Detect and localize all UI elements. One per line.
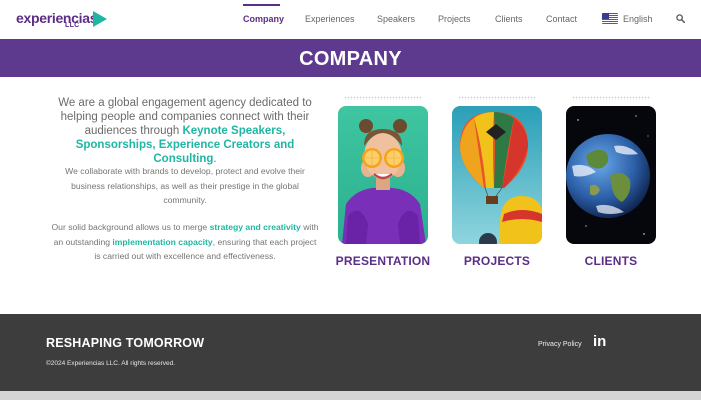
nav-contact[interactable]: Contact [546,14,577,24]
nav-projects[interactable]: Projects [438,14,471,24]
implementation-highlight: implementation capacity [112,236,213,247]
background-paragraph: Our solid background allows us to merge … [50,220,320,264]
dotted-divider [458,96,536,100]
site-footer: RESHAPING TOMORROW ©2024 Experiencias LL… [0,314,701,391]
nav-experiences[interactable]: Experiences [305,14,355,24]
hot-air-balloons-image[interactable] [452,106,542,244]
strategy-creativity-highlight: strategy and creativity [209,222,301,232]
site-header: experiencias LLC Company Experiences Spe… [0,0,701,39]
logo-arrow-icon [93,11,107,27]
logo-suffix: LLC [65,22,80,29]
search-icon[interactable] [676,14,685,23]
nav-company[interactable]: Company [243,14,284,24]
linkedin-icon[interactable]: in [593,334,609,349]
dotted-divider [572,96,650,100]
nav-speakers[interactable]: Speakers [377,14,415,24]
collaboration-paragraph: We collaborate with brands to develop, p… [65,166,305,205]
copyright-text: ©2024 Experiencias LLC. All rights reser… [46,360,176,367]
dotted-divider [344,96,422,100]
nav-clients[interactable]: Clients [495,14,523,24]
active-nav-indicator [243,4,280,6]
page-title: COMPANY [299,48,402,70]
footer-tagline: RESHAPING TOMORROW [46,336,205,350]
privacy-policy-link[interactable]: Privacy Policy [538,341,582,348]
projects-label[interactable]: PROJECTS [432,254,562,268]
page-title-banner: COMPANY [0,39,701,77]
clients-label[interactable]: CLIENTS [546,254,676,268]
presentation-label[interactable]: PRESENTATION [318,254,448,268]
logo-wordmark: experiencias [16,10,98,26]
intro-text: We are a global engagement agency dedica… [50,96,320,166]
woman-with-orange-slices-image[interactable] [338,106,428,244]
language-selector[interactable]: English [623,14,653,24]
us-flag-icon[interactable] [602,13,618,24]
earth-globe-image[interactable] [566,106,656,244]
bottom-strip [0,391,701,400]
para-text: Our solid background allows us to merge [51,222,210,232]
